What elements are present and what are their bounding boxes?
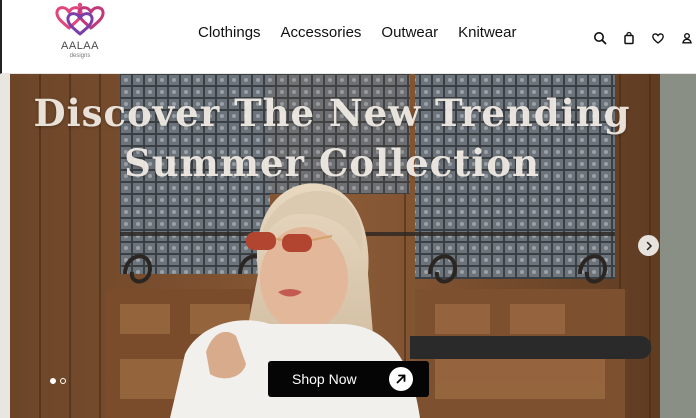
- shopping-bag-icon[interactable]: [621, 30, 637, 46]
- user-icon[interactable]: [679, 30, 695, 46]
- nav-item-outwear[interactable]: Outwear: [381, 24, 438, 41]
- carousel-next-button[interactable]: [638, 235, 659, 256]
- site-header: AALAA designs Clothings Accessories Outw…: [0, 0, 696, 74]
- carousel-dot-1[interactable]: [50, 378, 56, 384]
- brand-tagline: designs: [69, 53, 91, 59]
- hero-headline: Discover The New Trending Summer Collect…: [0, 88, 664, 188]
- shop-now-label: Shop Now: [292, 371, 357, 387]
- heart-icon[interactable]: [650, 30, 666, 46]
- hero-headline-line-2: Summer Collection: [124, 141, 540, 185]
- hero-headline-line-1: Discover The New Trending: [33, 91, 631, 135]
- nav-item-accessories[interactable]: Accessories: [281, 24, 362, 41]
- shop-now-button[interactable]: Shop Now: [268, 361, 429, 397]
- arrow-up-right-icon: [389, 367, 413, 391]
- brand-logo[interactable]: AALAA designs: [50, 2, 110, 66]
- search-icon[interactable]: [592, 30, 608, 46]
- triple-heart-logo-icon: [55, 2, 105, 36]
- carousel-dot-2[interactable]: [60, 378, 66, 384]
- chevron-right-icon: [646, 241, 652, 250]
- nav-item-clothings[interactable]: Clothings: [198, 24, 261, 41]
- brand-name: AALAA: [61, 40, 99, 52]
- hero-banner: Discover The New Trending Summer Collect…: [0, 74, 696, 418]
- main-navigation: Clothings Accessories Outwear Knitwear: [198, 24, 516, 41]
- carousel-indicators: [50, 378, 66, 384]
- nav-item-knitwear[interactable]: Knitwear: [458, 24, 516, 41]
- header-actions: [592, 30, 695, 46]
